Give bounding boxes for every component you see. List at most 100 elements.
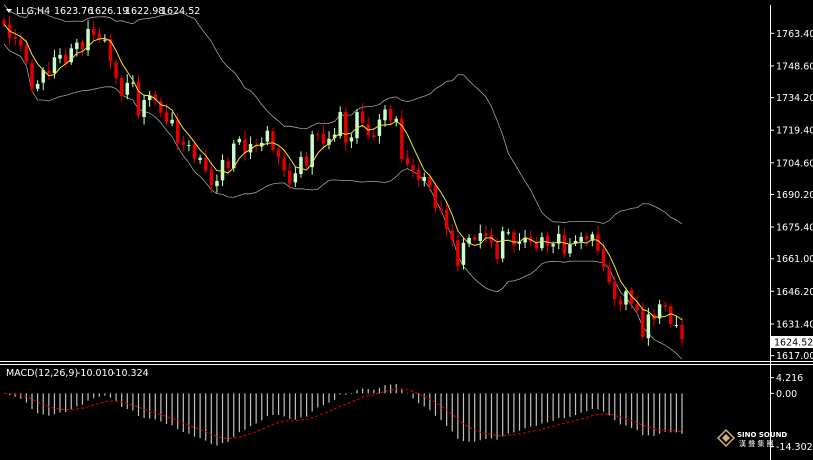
- candle-body: [568, 244, 572, 254]
- candle: [293, 166, 298, 187]
- candle-body: [276, 149, 281, 158]
- candle-body: [349, 137, 354, 142]
- candle-body: [175, 119, 180, 143]
- candle-body: [444, 209, 449, 230]
- candle: [556, 225, 561, 250]
- candle-body: [680, 325, 684, 340]
- close-value: 1624.52: [161, 6, 200, 17]
- candle-body: [372, 135, 376, 138]
- candle: [506, 228, 511, 236]
- candle-body: [58, 54, 62, 59]
- candle-body: [388, 108, 393, 121]
- candle-body: [657, 304, 662, 319]
- price-tick-label: 1748.60: [776, 61, 813, 72]
- macd-axis: 4.216 0.00 -14.302: [770, 373, 813, 453]
- candle-body: [91, 28, 96, 36]
- candle: [383, 104, 387, 127]
- candle: [86, 20, 90, 56]
- symbol-label: LLG,H4: [16, 6, 50, 17]
- candle-body: [433, 185, 438, 209]
- candle: [69, 43, 73, 65]
- candle: [125, 74, 130, 100]
- candle: [573, 235, 578, 246]
- candle-body: [360, 111, 365, 124]
- macd-signal-line: [3, 388, 683, 440]
- macd-main-value: -10.010: [77, 368, 114, 379]
- candle-body: [405, 157, 410, 165]
- candle: [456, 234, 460, 272]
- candle-body: [231, 143, 236, 169]
- candle-body: [35, 83, 40, 89]
- candle-body: [271, 131, 275, 150]
- candle: [439, 200, 443, 214]
- candle-body: [321, 133, 326, 145]
- candle: [136, 75, 141, 119]
- candle-body: [293, 173, 298, 183]
- candle: [147, 91, 152, 107]
- candle: [30, 58, 34, 93]
- candle-body: [125, 82, 130, 95]
- candle-body: [624, 291, 628, 305]
- price-chart[interactable]: 1763.40 1748.60 1734.20 1719.40 1704.60 1690.…: [0, 0, 813, 460]
- candle: [91, 21, 96, 40]
- bollinger-upper-band: [3, 4, 683, 225]
- low-value: 1622.98: [125, 6, 164, 17]
- candle-body: [411, 165, 415, 171]
- candle: [579, 232, 583, 250]
- candle: [159, 98, 163, 118]
- price-tick-label: 1617.00: [776, 351, 813, 362]
- candle: [47, 62, 51, 81]
- candle: [674, 316, 679, 328]
- candle-body: [669, 306, 673, 324]
- candle-body: [187, 144, 191, 146]
- candle: [327, 131, 331, 150]
- candle: [97, 27, 101, 44]
- candle-body: [585, 236, 589, 240]
- candle: [265, 126, 270, 146]
- candle-body: [461, 242, 466, 265]
- candle: [680, 317, 684, 347]
- candle-body: [478, 233, 483, 241]
- candle: [450, 223, 455, 247]
- candle-body: [484, 233, 488, 237]
- candle: [220, 154, 225, 186]
- candle-body: [142, 100, 146, 117]
- candle-body: [596, 234, 600, 251]
- candle-body: [613, 281, 617, 300]
- candle-body: [75, 42, 79, 49]
- candle: [372, 128, 376, 140]
- candle: [198, 155, 202, 164]
- candle-body: [579, 236, 583, 242]
- candle-body: [355, 112, 359, 139]
- candle-body: [540, 237, 544, 249]
- candle: [663, 301, 667, 312]
- candle-body: [215, 181, 219, 187]
- candle: [226, 156, 230, 173]
- candle-body: [422, 177, 426, 182]
- candle: [142, 94, 146, 125]
- candle-body: [344, 111, 348, 143]
- candle-body: [192, 144, 197, 159]
- price-tick-label: 1734.20: [776, 93, 813, 104]
- candle-body: [220, 159, 225, 181]
- price-tick-label: 1631.40: [776, 319, 813, 330]
- candle-body: [562, 235, 567, 254]
- candle: [344, 107, 348, 151]
- candle-body: [198, 157, 202, 161]
- price-tick-label: 1704.60: [776, 158, 813, 169]
- macd-tick-label: 0.00: [776, 389, 797, 400]
- candle-body: [265, 130, 270, 142]
- candle: [203, 149, 208, 174]
- candle-body: [663, 304, 667, 307]
- macd-histogram: [9, 383, 683, 446]
- candle-body: [237, 138, 242, 143]
- candle-body: [24, 45, 29, 62]
- candle: [237, 136, 242, 145]
- price-tick-label: 1690.20: [776, 190, 813, 201]
- candle-body: [641, 309, 645, 337]
- candle: [310, 130, 314, 175]
- candle-body: [203, 157, 208, 171]
- candle-body: [103, 39, 107, 41]
- price-axis: 1763.40 1748.60 1734.20 1719.40 1704.60 1690.…: [770, 29, 813, 362]
- logo-title: SINO SOUND: [737, 431, 787, 439]
